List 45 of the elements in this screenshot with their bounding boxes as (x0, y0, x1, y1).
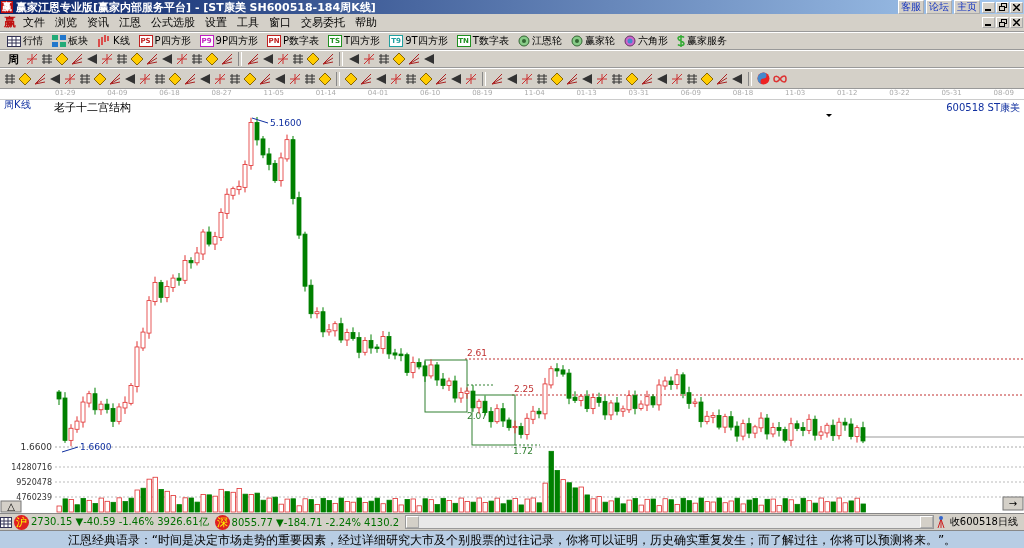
quote-text: 江恩经典语录：“时间是决定市场走势的重要因素，经过详细研究大市及个别股票的过往记录，你将可以证明，历史确实重复发生；而了解过往，你将可以预测将来。”。 (67, 531, 957, 548)
level-label: 2.25 (514, 384, 535, 394)
volume-axis-label: 14280716 (11, 463, 52, 472)
menu-item[interactable]: 资讯 (82, 15, 114, 30)
volume-axis-label: 4760239 (16, 493, 52, 502)
chart-title: 老子十二宫结构 (54, 101, 131, 114)
level-label: 2.61 (467, 348, 488, 358)
toolbar-button[interactable]: K线 (94, 34, 133, 48)
toolbar-button[interactable]: 赢家服务 (673, 34, 730, 48)
menu-item[interactable]: 窗口 (264, 15, 296, 30)
toolbar-button[interactable]: 赢家轮 (567, 34, 618, 48)
volume-axis-label: 9520478 (16, 478, 52, 487)
high-price-label: 5.1600 (270, 118, 302, 128)
market-quote: 2730.15 ▼-40.59 -1.46% 3926.61亿 (31, 515, 209, 529)
price-axis-label: 1.6600 (20, 442, 52, 452)
menu-item[interactable]: 工具 (232, 15, 264, 30)
menu-item[interactable]: 公式选股 (146, 15, 200, 30)
header-link[interactable]: 论坛 (926, 0, 952, 14)
market-badge: 深 (214, 514, 230, 530)
header-link[interactable]: 客服 (898, 0, 924, 14)
menu-item[interactable]: 交易委托 (296, 15, 350, 30)
level-label: 1.72 (513, 446, 534, 456)
market-quote: 8055.77 ▼-184.71 -2.24% 4130.2 (231, 516, 400, 528)
panel-toggle-button[interactable]: △ (0, 500, 22, 513)
toolbar-button[interactable]: 板块 (49, 34, 91, 48)
menu-logo: 赢 (4, 14, 16, 31)
app-logo: 赢 (1, 1, 13, 13)
menu-item[interactable]: 帮助 (350, 15, 382, 30)
low-price-label: 1.6600 (80, 442, 112, 452)
status-text: 收600518日线 (948, 515, 1019, 529)
menu-item[interactable]: 浏览 (50, 15, 82, 30)
menu-item[interactable]: 江恩 (114, 15, 146, 30)
header-link[interactable]: 主页 (954, 0, 980, 14)
symbol-label: 600518 ST康美 (946, 102, 1020, 113)
window-title: 赢家江恩专业版[赢家内部服务平台] - [ST康美 SH600518-184周K线] (16, 0, 377, 15)
toolbar-button[interactable]: 江恩轮 (514, 34, 565, 48)
toolbar-button[interactable]: 行情 (4, 34, 46, 48)
chart-period-label: 周K线 (4, 100, 31, 110)
scroll-right-button[interactable]: → (1002, 496, 1024, 511)
menu-item[interactable]: 设置 (200, 15, 232, 30)
period-dropdown[interactable]: 周 (4, 51, 23, 67)
market-badge: 沪 (14, 514, 29, 530)
toolbar-button[interactable]: 六角形 (620, 34, 671, 48)
level-label: 2.07 (467, 411, 488, 421)
menu-item[interactable]: 文件 (18, 15, 50, 30)
